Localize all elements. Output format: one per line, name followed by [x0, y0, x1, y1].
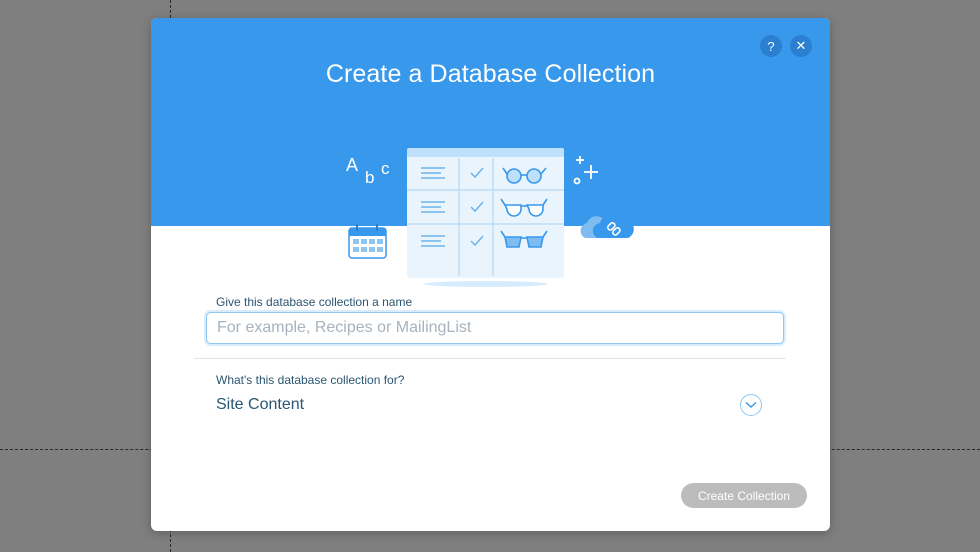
chevron-down-icon[interactable]	[740, 394, 762, 416]
close-button[interactable]: ✕	[790, 35, 812, 57]
collection-name-input[interactable]	[206, 312, 784, 344]
collection-illustration: A b c	[346, 148, 634, 287]
close-icon: ✕	[795, 38, 807, 53]
collection-purpose-label: What's this database collection for?	[216, 373, 405, 387]
cloud-link-icon	[580, 214, 634, 238]
letters-icon: A b c	[346, 155, 390, 187]
create-collection-button[interactable]: Create Collection	[681, 483, 807, 508]
help-icon: ?	[767, 38, 775, 54]
help-button[interactable]: ?	[760, 35, 782, 57]
create-collection-dialog: Create a Database Collection ? ✕ A b c G…	[151, 18, 830, 531]
letter-c: c	[381, 159, 390, 178]
plus-icon	[573, 156, 598, 185]
calendar-icon	[348, 224, 387, 259]
dialog-title: Create a Database Collection	[325, 60, 656, 88]
letter-b: b	[365, 168, 374, 187]
collection-name-label: Give this database collection a name	[216, 295, 413, 309]
table-card-icon	[407, 148, 564, 287]
collection-purpose-value: Site Content	[216, 396, 305, 413]
letter-a: A	[346, 155, 358, 175]
form-divider	[194, 358, 786, 359]
